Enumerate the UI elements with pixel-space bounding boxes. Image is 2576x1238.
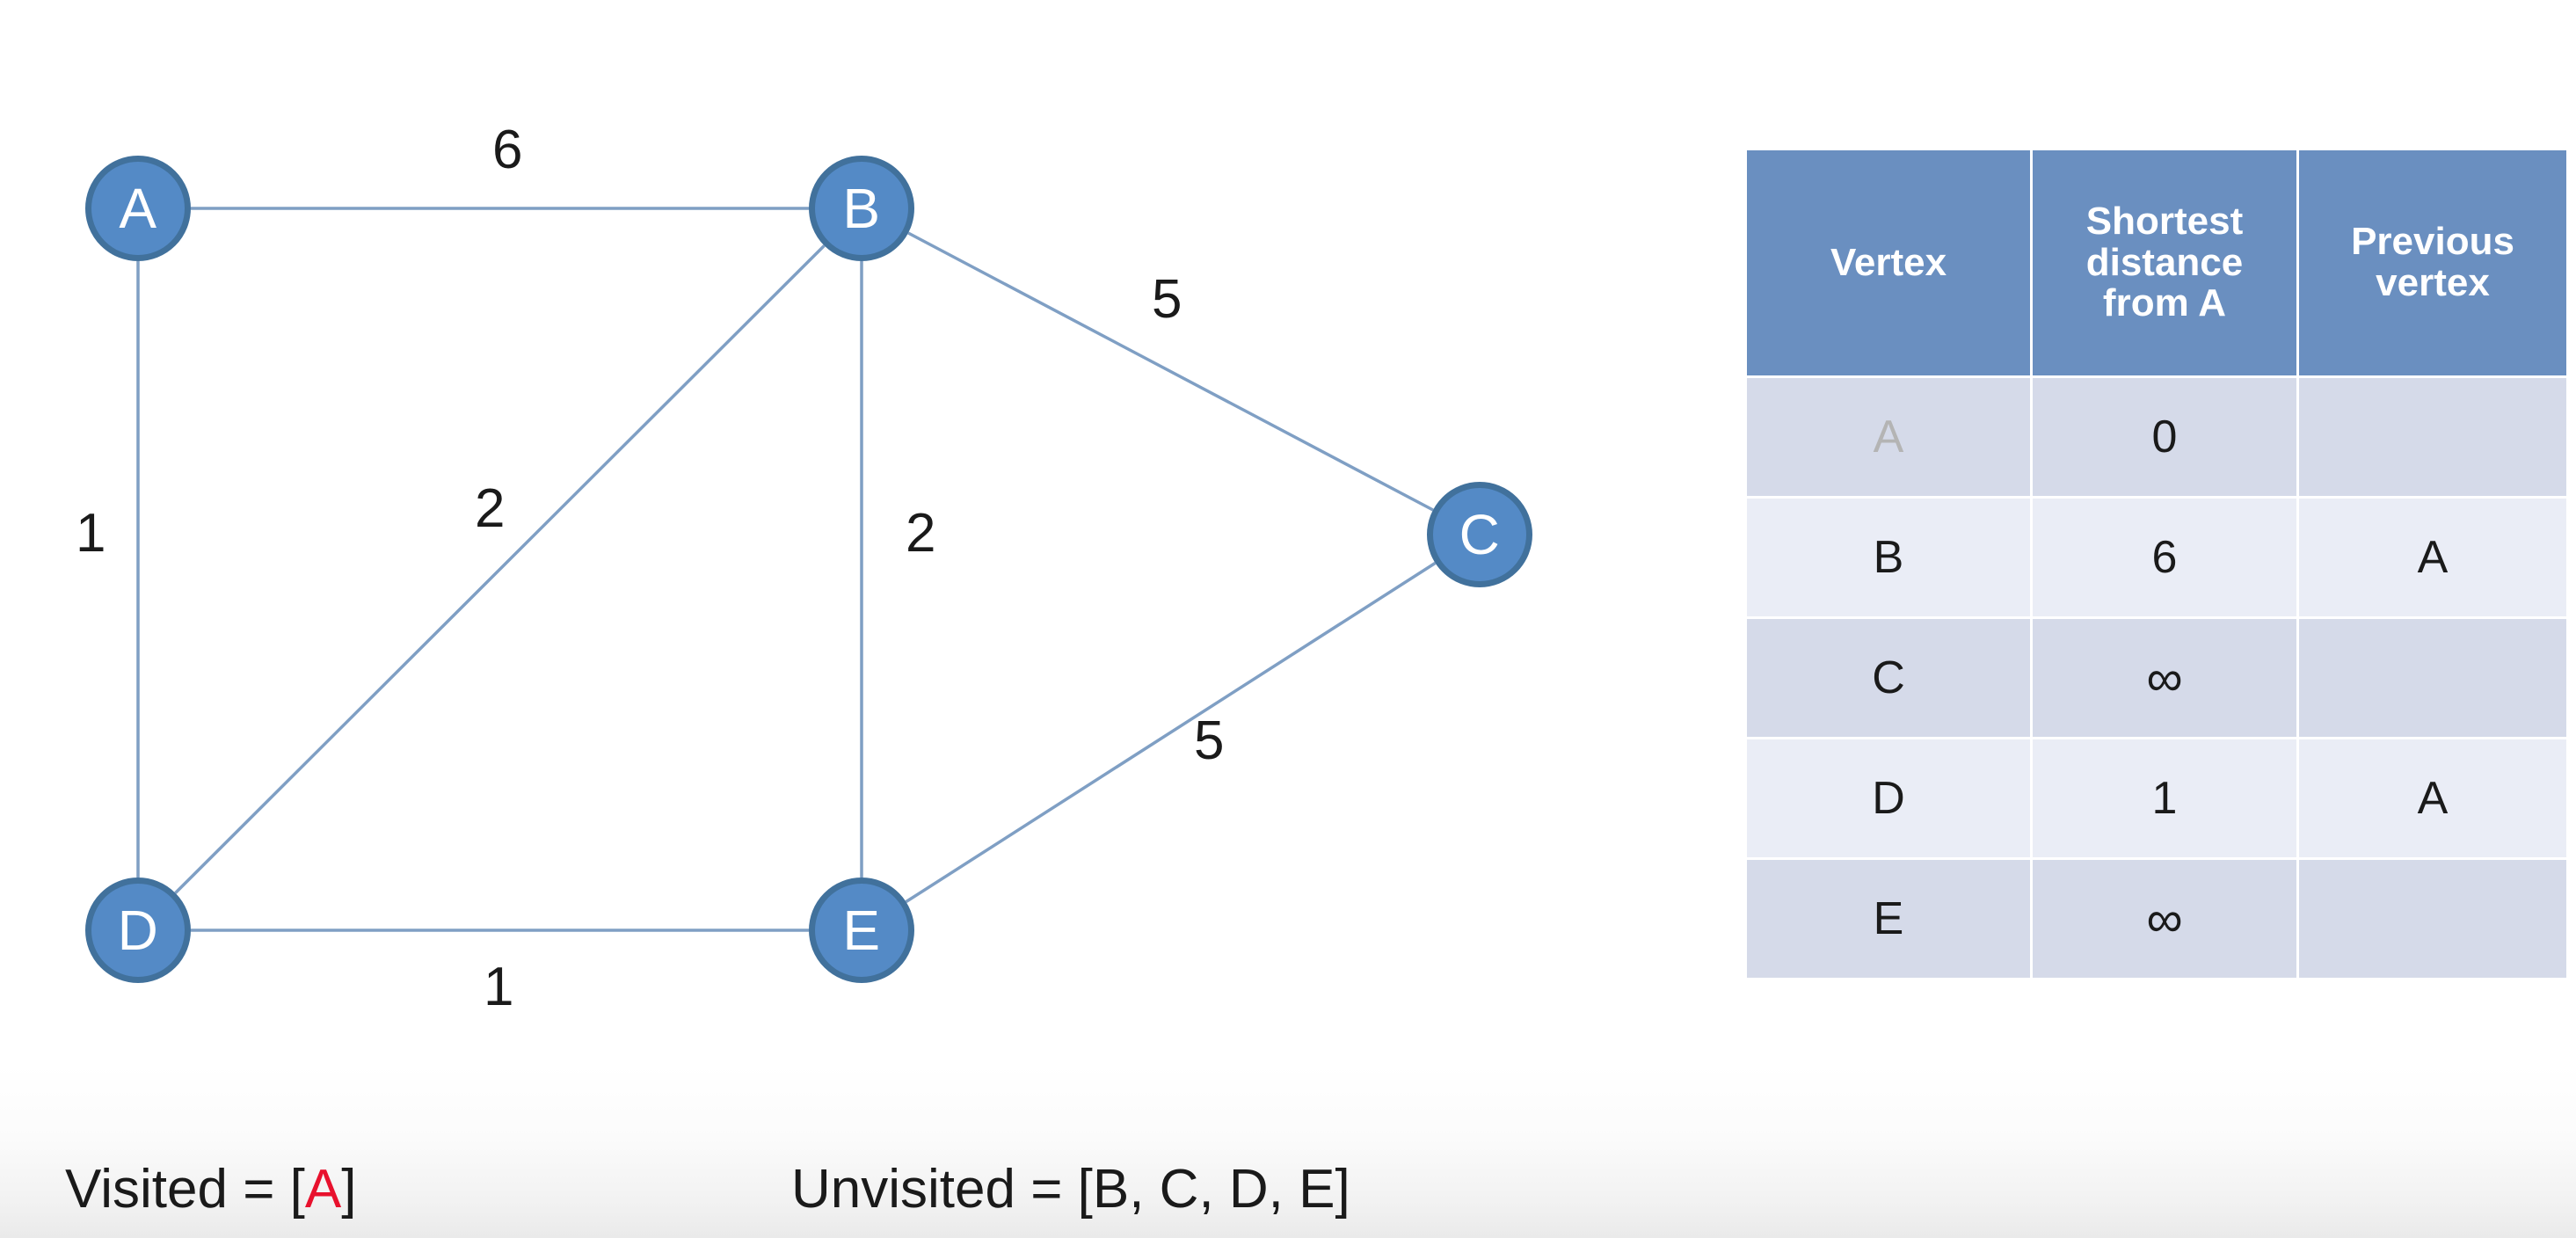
cell-previous-vertex: A [2299,739,2566,857]
cell-previous-vertex [2299,860,2566,978]
table-row: C ∞ [1747,619,2566,737]
header-line: distance [2085,240,2244,284]
visited-list: Visited = [A] [65,1162,356,1217]
graph-node-label: D [117,899,159,962]
cell-distance: 1 [2033,739,2296,857]
visited-prefix: Visited = [ [65,1159,305,1220]
unvisited-list: Unvisited = [B, C, D, E] [791,1159,1350,1220]
footer-status: Visited = [A] Unvisited = [B, C, D, E] [0,1143,2576,1238]
edge-weight-a-b: 6 [492,120,523,180]
cell-distance: 6 [2033,499,2296,616]
table-row: A0 [1747,378,2566,496]
graph-node-label: B [842,177,881,240]
slide-canvas: ABCDE 6152251 Vertex Shortest distance f… [0,0,2576,1238]
cell-vertex: D [1747,739,2030,857]
edge-weight-b-d: 2 [475,478,506,539]
visited-value: A [304,1159,342,1220]
table-body: A 0 B 6 A C ∞ D 1 A E ∞ [1747,378,2566,978]
graph-node-label: A [119,177,157,240]
cell-previous-vertex [2299,619,2566,737]
table-row: B6A [1747,499,2566,616]
cell-distance: ∞ [2033,619,2296,737]
cell-vertex: B [1747,499,2030,616]
header-line: Vertex [1830,240,1947,284]
cell-previous-vertex [2299,378,2566,496]
table-row: E ∞ [1747,860,2566,978]
header-line: Previous [2351,220,2514,264]
graph-node-b[interactable]: B [809,156,914,261]
graph-node-a[interactable]: A [85,156,191,261]
graph-node-d[interactable]: D [85,878,191,983]
graph-node-label: C [1459,503,1501,566]
edge-weight-b-c: 5 [1152,269,1182,330]
edge-weight-b-e: 2 [906,503,936,564]
edge-weight-d-e: 1 [484,957,514,1017]
table-row: D1A [1747,739,2566,857]
header-line: vertex [2376,261,2490,304]
cell-distance: 0 [2033,378,2296,496]
table-header-row: Vertex Shortest distance from A Previous… [1747,150,2566,375]
header-line: Shortest [2085,200,2244,244]
column-header-previous: Previous vertex [2299,150,2566,375]
graph-node-label: E [842,899,881,962]
cell-vertex: E [1747,860,2030,978]
edge-weight-a-d: 1 [76,503,106,564]
graph-edge-c-e [905,561,1437,904]
cell-vertex: C [1747,619,2030,737]
visited-suffix: ] [341,1159,357,1220]
column-header-distance: Shortest distance from A [2033,150,2296,375]
graph-edge-b-d [174,244,826,894]
graph-node-e[interactable]: E [809,878,914,983]
dijkstra-distance-table: Vertex Shortest distance from A Previous… [1744,148,2569,980]
cell-distance: ∞ [2033,860,2296,978]
column-header-vertex: Vertex [1747,150,2030,375]
cell-vertex: A [1747,378,2030,496]
header-line: from A [2102,281,2227,325]
graph-node-c[interactable]: C [1427,482,1532,587]
edge-weight-c-e: 5 [1194,710,1225,771]
graph-diagram: A B C D E 6 1 5 2 2 5 1 [0,0,1714,1108]
cell-previous-vertex: A [2299,499,2566,616]
